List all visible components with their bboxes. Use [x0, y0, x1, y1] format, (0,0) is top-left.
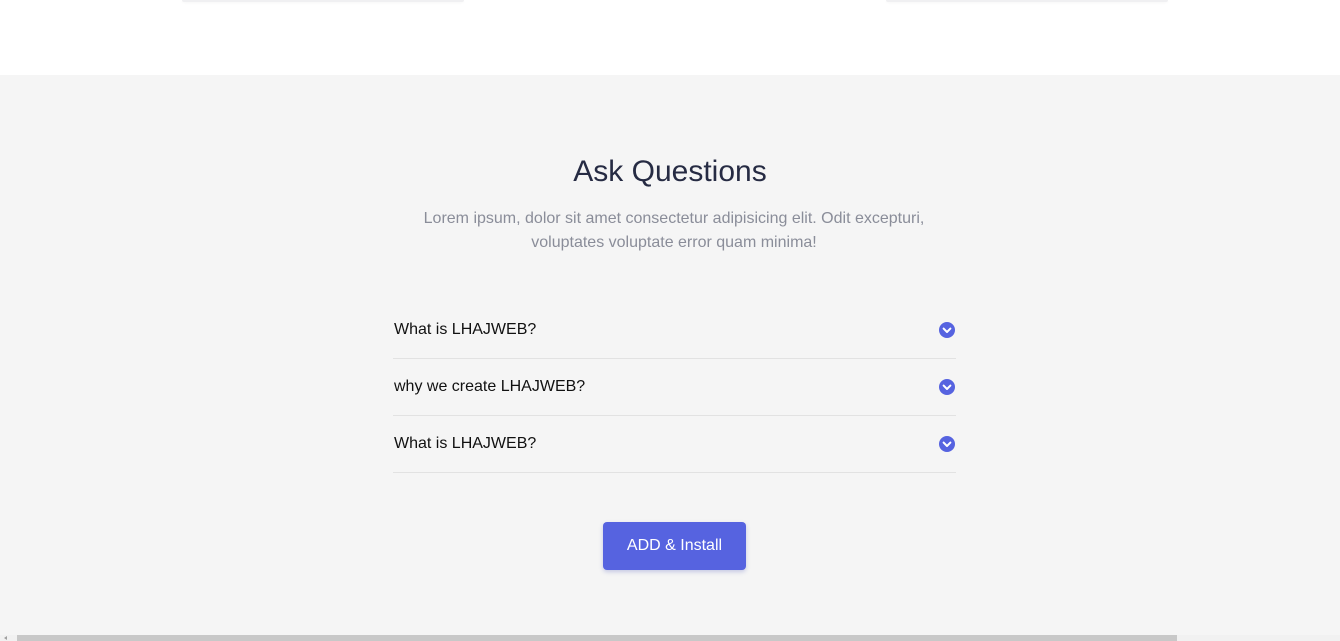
faq-question: What is LHAJWEB? [394, 321, 537, 338]
faq-title: Ask Questions [573, 155, 767, 188]
faq-question: What is LHAJWEB? [394, 435, 537, 452]
card-bottom-edge-right [886, 0, 1168, 2]
chevron-down-circle-icon[interactable] [939, 436, 955, 452]
scroll-left-arrow-icon[interactable] [4, 636, 7, 640]
top-section [0, 0, 1340, 75]
card-bottom-edge-left [182, 0, 464, 2]
faq-item-2[interactable]: why we create LHAJWEB? [393, 359, 956, 416]
faq-question: why we create LHAJWEB? [394, 378, 586, 395]
faq-section: Ask Questions Lorem ipsum, dolor sit ame… [0, 75, 1340, 641]
horizontal-scrollbar[interactable] [0, 635, 1340, 641]
faq-item-1[interactable]: What is LHAJWEB? [393, 302, 956, 359]
scrollbar-thumb[interactable] [17, 635, 1177, 641]
faq-subtitle: Lorem ipsum, dolor sit amet consectetur … [423, 210, 925, 251]
faq-list: What is LHAJWEB? why we create LHAJWEB? … [393, 302, 956, 473]
chevron-down-circle-icon[interactable] [939, 322, 955, 338]
chevron-down-circle-icon[interactable] [939, 379, 955, 395]
add-install-button[interactable]: ADD & Install [603, 522, 746, 570]
faq-item-3[interactable]: What is LHAJWEB? [393, 416, 956, 473]
